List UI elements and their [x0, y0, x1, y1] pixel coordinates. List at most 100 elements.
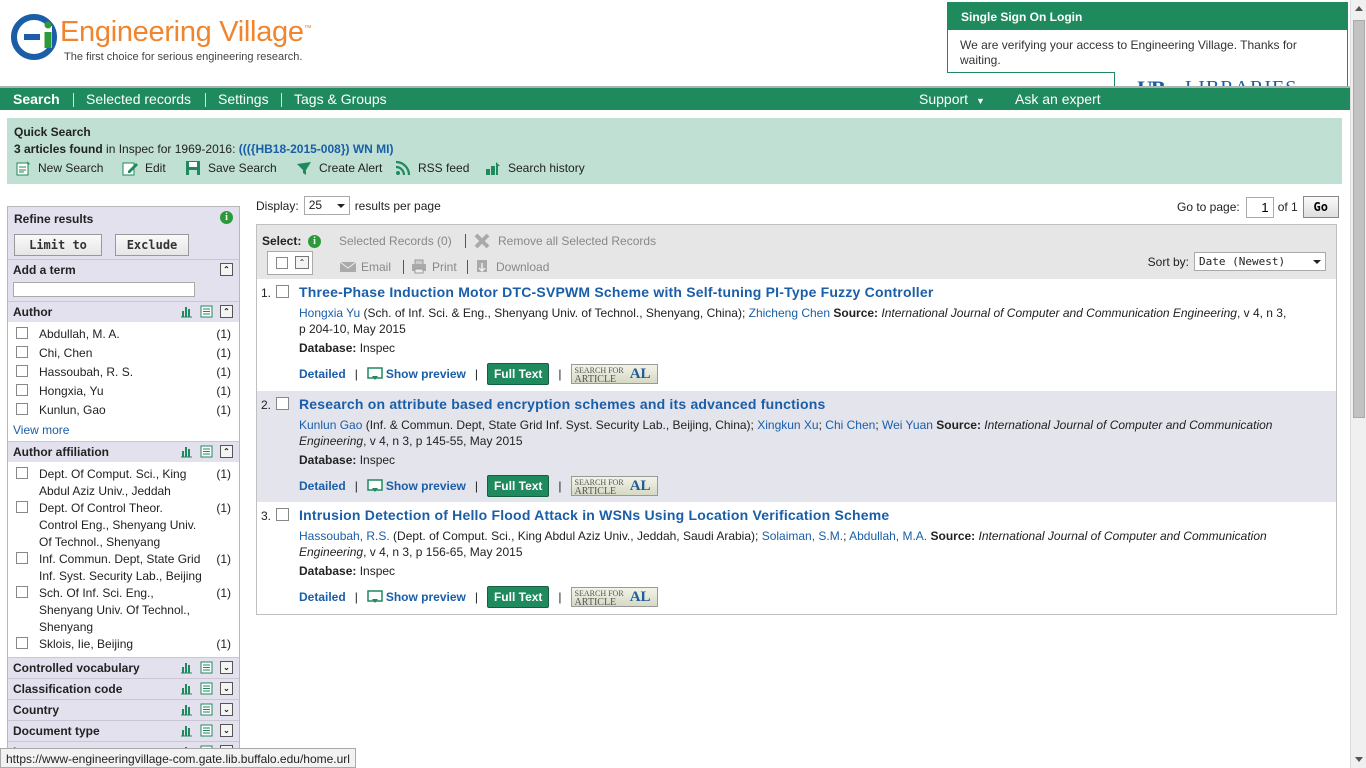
facet-item[interactable]: Abdullah, M. A. (1)	[13, 326, 234, 345]
facet-collapsed-header[interactable]: Country ⌄	[8, 699, 239, 720]
facet-item[interactable]: Hongxia, Yu (1)	[13, 383, 234, 402]
print-button[interactable]: Print	[411, 259, 457, 274]
page-scrollbar[interactable]	[1350, 0, 1366, 768]
facet-collapsed-header[interactable]: Document type ⌄	[8, 720, 239, 741]
facet-checkbox[interactable]	[16, 365, 28, 377]
scroll-down-arrow-icon[interactable]	[1355, 757, 1363, 762]
nav-selected-records[interactable]: Selected records	[86, 91, 191, 107]
engineering-village-logo-icon[interactable]	[10, 12, 60, 62]
expand-icon[interactable]: ⌄	[220, 661, 233, 674]
info-icon[interactable]: i	[308, 235, 321, 248]
facet-author-header[interactable]: Author ⌃	[8, 301, 239, 322]
show-preview-link[interactable]: Show preview	[367, 589, 466, 605]
expand-icon[interactable]: ⌄	[220, 682, 233, 695]
facet-affiliation-header[interactable]: Author affiliation ⌃	[8, 441, 239, 462]
export-icon[interactable]	[200, 445, 213, 458]
edit-button[interactable]: Edit	[122, 160, 166, 176]
author-link[interactable]: Zhicheng Chen	[749, 306, 830, 320]
bar-chart-icon[interactable]	[180, 703, 193, 716]
expand-icon[interactable]: ⌄	[220, 703, 233, 716]
facet-checkbox[interactable]	[16, 552, 28, 564]
detailed-link[interactable]: Detailed	[299, 367, 346, 381]
nav-support[interactable]: Support ▼	[919, 91, 985, 107]
facet-item[interactable]: Hassoubah, R. S. (1)	[13, 364, 234, 383]
bar-chart-icon[interactable]	[180, 661, 193, 674]
detailed-link[interactable]: Detailed	[299, 590, 346, 604]
nav-settings[interactable]: Settings	[218, 91, 269, 107]
exclude-button[interactable]: Exclude	[115, 234, 189, 256]
limit-to-button[interactable]: Limit to	[14, 234, 102, 256]
result-checkbox[interactable]	[276, 508, 289, 521]
show-preview-link[interactable]: Show preview	[367, 366, 466, 382]
nav-search[interactable]: Search	[13, 91, 60, 107]
nav-ask-expert[interactable]: Ask an expert	[1015, 91, 1101, 107]
full-text-button[interactable]: Full Text	[486, 475, 550, 497]
author-link[interactable]: Xingkun Xu	[757, 418, 818, 432]
result-checkbox[interactable]	[276, 397, 289, 410]
results-per-page-select[interactable]: 25	[303, 196, 350, 215]
bar-chart-icon[interactable]	[180, 724, 193, 737]
result-title-link[interactable]: Three-Phase Induction Motor DTC-SVPWM Sc…	[299, 284, 934, 300]
facet-item[interactable]: Dept. Of Comput. Sci., King Abdul Aziz U…	[13, 466, 234, 500]
detailed-link[interactable]: Detailed	[299, 479, 346, 493]
facet-item[interactable]: Chi, Chen (1)	[13, 345, 234, 364]
export-icon[interactable]	[200, 724, 213, 737]
scroll-up-arrow-icon[interactable]	[1355, 6, 1363, 11]
facet-checkbox[interactable]	[16, 501, 28, 513]
rss-feed-button[interactable]: RSS feed	[395, 160, 469, 176]
facet-checkbox[interactable]	[16, 637, 28, 649]
search-history-button[interactable]: Search history	[485, 160, 585, 176]
view-more-link[interactable]: View more	[13, 423, 234, 441]
facet-checkbox[interactable]	[16, 403, 28, 415]
author-link[interactable]: Kunlun Gao	[299, 418, 362, 432]
result-title-link[interactable]: Research on attribute based encryption s…	[299, 396, 826, 412]
show-preview-link[interactable]: Show preview	[367, 478, 466, 494]
nav-tags-groups[interactable]: Tags & Groups	[294, 91, 387, 107]
facet-item[interactable]: Sklois, Iie, Beijing (1)	[13, 636, 234, 655]
select-all-checkbox[interactable]	[276, 257, 288, 269]
facet-checkbox[interactable]	[16, 327, 28, 339]
facet-item[interactable]: Kunlun, Gao (1)	[13, 402, 234, 421]
download-button[interactable]: Download	[475, 259, 549, 275]
author-link[interactable]: Hassoubah, R.S.	[299, 529, 390, 543]
collapse-icon[interactable]: ⌃	[220, 445, 233, 458]
create-alert-button[interactable]: Create Alert	[296, 160, 382, 176]
export-icon[interactable]	[200, 703, 213, 716]
author-link[interactable]: Hongxia Yu	[299, 306, 360, 320]
expand-icon[interactable]: ⌄	[220, 724, 233, 737]
collapse-icon[interactable]: ⌃	[220, 263, 233, 276]
author-link[interactable]: Chi Chen	[825, 418, 875, 432]
author-link[interactable]: Abdullah, M.A.	[849, 529, 927, 543]
facet-item[interactable]: Sch. Of Inf. Sci. Eng., Shenyang Univ. O…	[13, 585, 234, 636]
selected-records-link[interactable]: Selected Records (0)	[339, 234, 452, 248]
remove-all-selected-button[interactable]: Remove all Selected Records	[473, 232, 656, 250]
facet-item[interactable]: Dept. Of Control Theor. Control Eng., Sh…	[13, 500, 234, 551]
export-icon[interactable]	[200, 682, 213, 695]
bar-chart-icon[interactable]	[180, 305, 193, 318]
new-search-button[interactable]: New Search	[15, 160, 103, 176]
bar-chart-icon[interactable]	[180, 445, 193, 458]
select-page-icon[interactable]: ⌃	[295, 256, 309, 269]
search-for-article-button[interactable]: SEARCH FOR ARTICLE AL	[570, 587, 658, 608]
search-for-article-button[interactable]: SEARCH FOR ARTICLE AL	[570, 364, 658, 385]
author-link[interactable]: Solaiman, S.M.	[762, 529, 843, 543]
export-icon[interactable]	[200, 305, 213, 318]
add-term-input[interactable]	[13, 282, 195, 297]
facet-item[interactable]: Inf. Commun. Dept, State Grid Inf. Syst.…	[13, 551, 234, 585]
result-checkbox[interactable]	[276, 285, 289, 298]
save-search-button[interactable]: Save Search	[185, 160, 277, 176]
facet-checkbox[interactable]	[16, 346, 28, 358]
facet-checkbox[interactable]	[16, 586, 28, 598]
facet-collapsed-header[interactable]: Controlled vocabulary ⌄	[8, 657, 239, 678]
collapse-icon[interactable]: ⌃	[220, 305, 233, 318]
scroll-thumb[interactable]	[1353, 20, 1365, 418]
export-icon[interactable]	[200, 661, 213, 674]
facet-checkbox[interactable]	[16, 467, 28, 479]
search-query-link[interactable]: ((({HB18-2015-008}) WN MI)	[239, 142, 394, 156]
result-title-link[interactable]: Intrusion Detection of Hello Flood Attac…	[299, 507, 889, 523]
bar-chart-icon[interactable]	[180, 682, 193, 695]
page-number-input[interactable]	[1245, 196, 1274, 218]
facet-checkbox[interactable]	[16, 384, 28, 396]
brand-title[interactable]: Engineering Village™	[60, 16, 312, 49]
search-for-article-button[interactable]: SEARCH FOR ARTICLE AL	[570, 476, 658, 497]
